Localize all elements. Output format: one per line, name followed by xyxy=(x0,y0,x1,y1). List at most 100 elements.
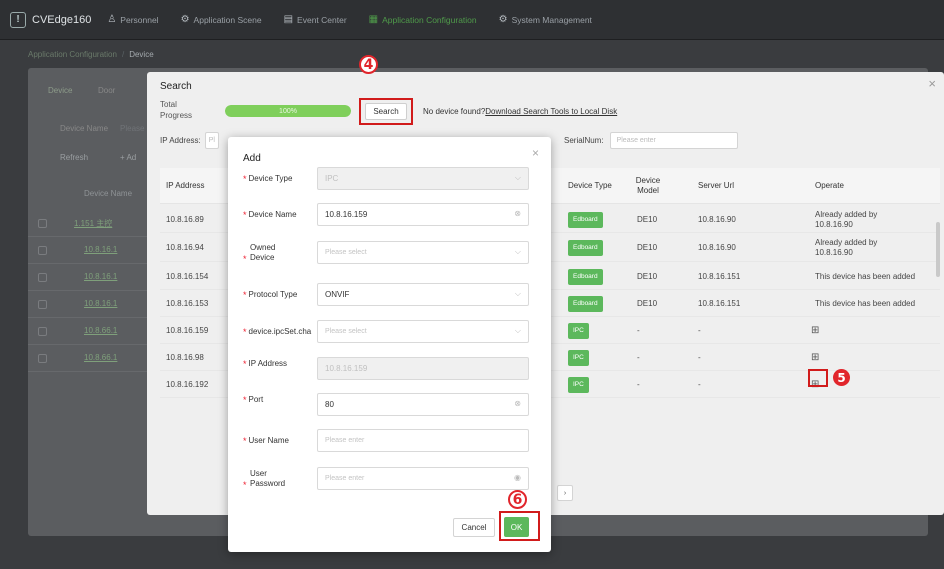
row-model: - xyxy=(637,379,640,389)
no-device-text: No device found? xyxy=(423,107,486,116)
select-placeholder: Please select xyxy=(325,328,367,335)
field-ip-address: * IP Address 10.8.16.159 xyxy=(243,357,543,381)
add-device-icon[interactable]: ⊞ xyxy=(811,352,819,363)
label-text: Port xyxy=(248,395,264,404)
table-row[interactable]: 1.151 主控 xyxy=(28,210,147,237)
breadcrumb-parent[interactable]: Application Configuration xyxy=(28,50,117,59)
device-name-input[interactable]: 10.8.16.159 ⊗ xyxy=(317,203,529,226)
user-name-input[interactable]: Please enter xyxy=(317,429,529,452)
tree-node-link[interactable]: 1.151 主控 xyxy=(74,218,112,229)
channel-select[interactable]: Please select ⌵ xyxy=(317,320,529,343)
tab-device[interactable]: Device xyxy=(48,86,72,95)
nav-label: System Management xyxy=(511,14,592,25)
table-row[interactable]: 10.8.66.1 xyxy=(28,345,147,372)
row-checkbox[interactable] xyxy=(38,273,47,282)
label-text: User Name xyxy=(248,436,289,445)
serial-filter: SerialNum: Please enter xyxy=(564,132,738,149)
row-operate-status: This device has been added xyxy=(815,298,916,308)
ip-address-input[interactable]: Pl xyxy=(204,132,219,149)
top-nav-bar: ! CVEdge160 ♙ Personnel ⚙ Application Sc… xyxy=(0,0,944,40)
table-scrollbar[interactable] xyxy=(936,222,940,277)
device-type-badge: IPC xyxy=(568,376,589,393)
device-link[interactable]: 10.8.16.1 xyxy=(84,272,117,281)
row-checkbox[interactable] xyxy=(38,246,47,255)
device-type-badge: IPC xyxy=(568,349,589,366)
input-value: 10.8.16.159 xyxy=(325,364,368,373)
input-value: 80 xyxy=(325,400,334,409)
add-device-button[interactable]: + Ad xyxy=(120,153,136,162)
port-input[interactable]: 80 ⊗ xyxy=(317,393,529,416)
device-name-label: Device Name xyxy=(60,124,109,133)
step-marker-5: 5 xyxy=(833,369,850,386)
device-link[interactable]: 10.8.66.1 xyxy=(84,353,117,362)
device-type-badge: Edboard xyxy=(568,295,603,312)
device-link[interactable]: 10.8.16.1 xyxy=(84,245,117,254)
owned-device-select[interactable]: Please select ⌵ xyxy=(317,241,529,264)
nav-application-configuration[interactable]: ▦ Application Configuration xyxy=(369,14,477,25)
nav-personnel[interactable]: ♙ Personnel xyxy=(107,14,158,25)
protocol-type-select[interactable]: ONVIF ⌵ xyxy=(317,283,529,306)
close-icon[interactable]: × xyxy=(532,146,539,160)
highlight-box-ok xyxy=(499,511,540,541)
row-checkbox[interactable] xyxy=(38,219,47,228)
select-placeholder: Please select xyxy=(325,249,367,256)
table-row[interactable]: 10.8.16.1 xyxy=(28,237,147,264)
no-device-hint: No device found?Download Search Tools to… xyxy=(423,107,617,116)
serialnum-input[interactable]: Please enter xyxy=(609,132,738,149)
label-text: Device Type xyxy=(248,174,293,183)
column-device-model: Device Model xyxy=(635,176,661,195)
label-text: Owned Device xyxy=(250,243,276,262)
table-row[interactable]: 10.8.66.1 xyxy=(28,318,147,345)
chevron-down-icon: ⌵ xyxy=(514,173,521,182)
label-text: IP Address xyxy=(248,359,288,368)
row-model: DE10 xyxy=(637,271,658,281)
device-type-badge: Edboard xyxy=(568,268,603,285)
event-icon: ▤ xyxy=(283,14,294,25)
field-owned-device: * Owned Device Please select ⌵ xyxy=(243,241,543,265)
eye-icon[interactable]: ◉ xyxy=(514,473,521,482)
table-row[interactable]: 10.8.16.1 xyxy=(28,264,147,291)
search-dialog-title: Search xyxy=(160,81,192,92)
row-server-url: 10.8.16.90 xyxy=(698,242,736,252)
row-checkbox[interactable] xyxy=(38,327,47,336)
tab-door[interactable]: Door xyxy=(98,86,115,95)
pagination-next-button[interactable]: › xyxy=(557,485,573,501)
row-server-url: 10.8.16.151 xyxy=(698,298,741,308)
row-checkbox[interactable] xyxy=(38,354,47,363)
row-ip: 10.8.16.159 xyxy=(166,325,209,335)
add-device-icon[interactable]: ⊞ xyxy=(811,325,819,336)
row-ip: 10.8.16.94 xyxy=(166,242,204,252)
table-row[interactable]: 10.8.16.1 xyxy=(28,291,147,318)
grid-icon: ▦ xyxy=(368,14,379,25)
field-label: * User Name xyxy=(243,436,289,446)
refresh-button[interactable]: Refresh xyxy=(60,153,88,162)
row-operate-status: Already added by 10.8.16.90 xyxy=(815,237,878,257)
row-ip: 10.8.16.192 xyxy=(166,379,209,389)
row-checkbox[interactable] xyxy=(38,300,47,309)
add-device-dialog: Add × * Device Type IPC ⌵ * Device Name 10.… xyxy=(228,137,551,552)
device-link[interactable]: 10.8.16.1 xyxy=(84,299,117,308)
row-model: DE10 xyxy=(637,214,658,224)
cancel-button[interactable]: Cancel xyxy=(453,518,495,537)
device-link[interactable]: 10.8.66.1 xyxy=(84,326,117,335)
total-progress-bar: 100% xyxy=(225,105,351,117)
highlight-box-search xyxy=(359,98,413,125)
nav-application-scene[interactable]: ⚙ Application Scene xyxy=(181,14,262,25)
device-name-input[interactable]: Please xyxy=(120,124,144,133)
select-value: IPC xyxy=(325,174,339,183)
field-label: * Device Type xyxy=(243,174,293,184)
nav-label: Application Scene xyxy=(193,14,262,25)
step-marker-6: 6 xyxy=(508,490,527,509)
clear-icon[interactable]: ⊗ xyxy=(514,399,521,408)
nav-event-center[interactable]: ▤ Event Center xyxy=(284,14,347,25)
download-search-tools-link[interactable]: Download Search Tools to Local Disk xyxy=(485,107,617,116)
nav-system-management[interactable]: ⚙ System Management xyxy=(499,14,592,25)
field-device-name: * Device Name 10.8.16.159 ⊗ xyxy=(243,203,543,227)
ip-address-label: IP Address: xyxy=(160,136,201,145)
user-password-input[interactable]: Please enter ◉ xyxy=(317,467,529,490)
clear-icon[interactable]: ⊗ xyxy=(514,209,521,218)
nav-label: Personnel xyxy=(120,14,159,25)
close-icon[interactable]: × xyxy=(928,76,936,91)
app-logo-icon: ! xyxy=(10,11,26,28)
row-ip: 10.8.16.98 xyxy=(166,352,204,362)
